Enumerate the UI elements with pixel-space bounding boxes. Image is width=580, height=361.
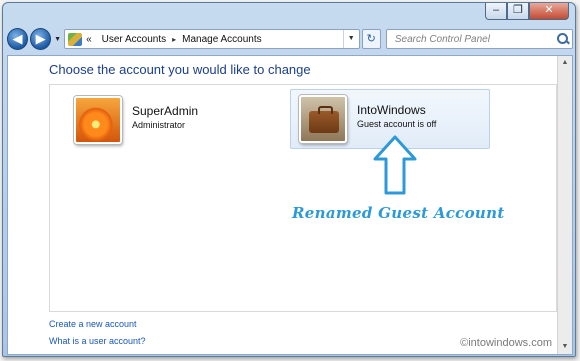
maximize-button[interactable]: ❐ bbox=[507, 3, 529, 20]
scroll-up-icon[interactable]: ▲ bbox=[558, 56, 572, 70]
control-panel-icon bbox=[68, 32, 83, 46]
account-name: IntoWindows bbox=[357, 103, 426, 117]
annotation-arrow-up-icon bbox=[373, 135, 417, 195]
content-pane: Choose the account you would like to cha… bbox=[7, 55, 573, 355]
navigation-bar: ◀ ▶ ▼ « User Accounts ▸ Manage Accounts … bbox=[7, 25, 574, 53]
account-info: IntoWindows Guest account is off bbox=[357, 103, 436, 129]
annotation-label: Renamed Guest Account bbox=[292, 204, 505, 222]
task-links: Create a new account What is a user acco… bbox=[49, 319, 146, 353]
account-picture bbox=[299, 95, 347, 143]
caption-buttons: – ❐ ✕ bbox=[485, 3, 569, 20]
recent-pages-chevron-down-icon[interactable]: ▼ bbox=[54, 36, 61, 43]
page-title: Choose the account you would like to cha… bbox=[49, 62, 311, 77]
account-tile-superadmin[interactable]: SuperAdmin Administrator bbox=[66, 91, 266, 151]
control-panel-window: – ❐ ✕ ◀ ▶ ▼ « User Accounts ▸ Manage Acc… bbox=[2, 2, 576, 357]
watermark: ©intowindows.com bbox=[460, 337, 552, 349]
breadcrumb-separator-icon[interactable]: ▸ bbox=[172, 35, 176, 44]
what-is-user-account-link[interactable]: What is a user account? bbox=[49, 336, 146, 346]
account-type: Administrator bbox=[132, 120, 186, 130]
account-picture bbox=[74, 96, 122, 144]
address-history-chevron-down-icon[interactable]: ▼ bbox=[342, 30, 359, 48]
vertical-scrollbar[interactable]: ▲ ▼ bbox=[557, 56, 572, 354]
account-type: Guest account is off bbox=[357, 119, 437, 129]
breadcrumb-overflow-icon[interactable]: « bbox=[86, 34, 92, 45]
accounts-list: SuperAdmin Administrator IntoWindows Gue… bbox=[49, 84, 557, 312]
flower-icon bbox=[76, 98, 120, 142]
breadcrumb-user-accounts[interactable]: User Accounts bbox=[102, 34, 166, 45]
search-box[interactable] bbox=[385, 29, 574, 49]
create-account-link[interactable]: Create a new account bbox=[49, 319, 146, 329]
close-button[interactable]: ✕ bbox=[529, 3, 569, 20]
scroll-down-icon[interactable]: ▼ bbox=[558, 340, 572, 354]
search-icon[interactable] bbox=[554, 30, 572, 48]
search-input[interactable] bbox=[392, 32, 555, 46]
forward-button[interactable]: ▶ bbox=[30, 28, 52, 50]
address-bar[interactable]: « User Accounts ▸ Manage Accounts ▼ bbox=[64, 29, 360, 49]
account-info: SuperAdmin Administrator bbox=[132, 104, 198, 130]
minimize-button[interactable]: – bbox=[485, 3, 507, 20]
breadcrumb-manage-accounts[interactable]: Manage Accounts bbox=[182, 34, 262, 45]
account-name: SuperAdmin bbox=[132, 104, 199, 118]
refresh-button[interactable]: ↻ bbox=[361, 29, 381, 49]
briefcase-icon bbox=[301, 97, 345, 141]
back-button[interactable]: ◀ bbox=[7, 28, 29, 50]
